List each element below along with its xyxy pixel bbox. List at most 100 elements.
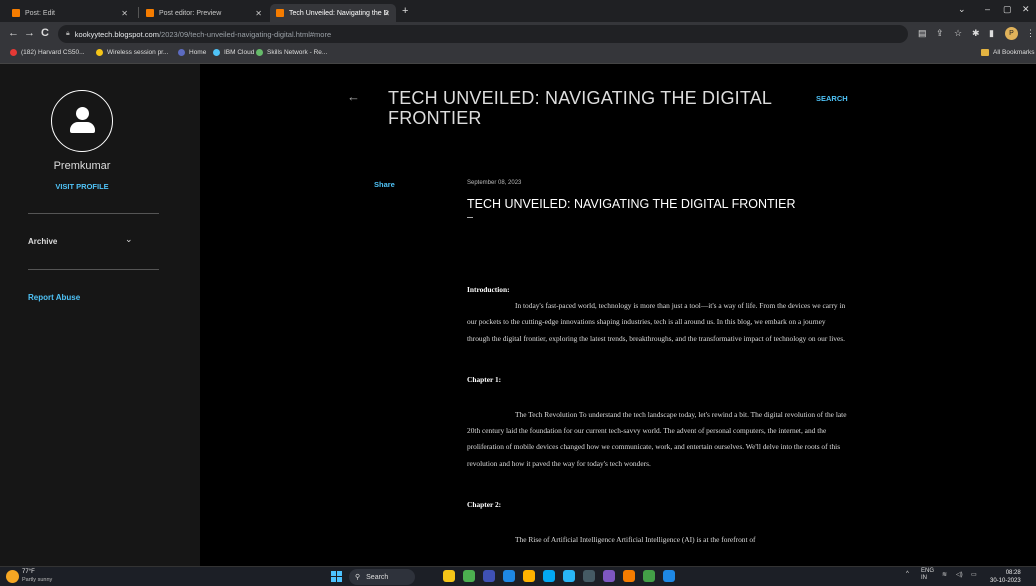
- url-path: /2023/09/tech-unveiled-navigating-digita…: [158, 29, 332, 39]
- section-heading: Chapter 1:: [467, 374, 502, 384]
- side-panel-icon[interactable]: ▮: [989, 28, 994, 39]
- bookmark-label: Wireless session pr...: [107, 49, 169, 56]
- bookmark-item[interactable]: Skills Network - Re...: [256, 49, 327, 56]
- taskbar-app-icon[interactable]: [503, 570, 515, 582]
- back-arrow-icon[interactable]: ←: [347, 89, 360, 104]
- divider: [28, 213, 159, 214]
- section-heading: Introduction:: [467, 285, 510, 294]
- taskbar-app-icon[interactable]: [543, 570, 555, 582]
- tab-post-preview[interactable]: Post editor: Preview ✕: [140, 4, 268, 22]
- lock-icon: 🔒︎: [66, 30, 70, 37]
- blogger-icon: [276, 9, 284, 17]
- all-bookmarks-label: All Bookmarks: [993, 49, 1035, 56]
- taskbar-app-icon[interactable]: [603, 570, 615, 582]
- language-indicator[interactable]: ENG IN: [921, 568, 934, 582]
- taskbar-search[interactable]: ⚲ Search: [349, 569, 415, 585]
- taskbar-app-icon[interactable]: [463, 570, 475, 582]
- tab-search-dropdown-icon[interactable]: ⌄: [958, 4, 966, 15]
- maximize-button[interactable]: ▢: [1003, 4, 1012, 15]
- chevron-up-icon[interactable]: ^: [906, 571, 909, 577]
- wifi-icon[interactable]: ≋: [942, 571, 947, 578]
- bookmark-label: Skills Network - Re...: [267, 49, 328, 56]
- forward-button[interactable]: →: [24, 27, 35, 39]
- paragraph: The Tech Revolution To understand the te…: [467, 410, 847, 468]
- avatar-head: [76, 107, 89, 120]
- search-button[interactable]: SEARCH: [816, 94, 848, 103]
- taskbar: 77°F Partly sunny ⚲ Search ^ ENG IN ≋ ◁)…: [0, 566, 1036, 586]
- weather-description[interactable]: Partly sunny: [22, 577, 52, 583]
- bookmark-item[interactable]: Home: [178, 49, 206, 56]
- taskbar-app-icon[interactable]: [483, 570, 495, 582]
- close-icon[interactable]: ✕: [255, 9, 262, 18]
- bookmark-item[interactable]: Wireless session pr...: [96, 49, 168, 56]
- share-button[interactable]: Share: [374, 180, 395, 189]
- weather-temperature[interactable]: 77°F: [22, 569, 35, 575]
- bookmark-item[interactable]: IBM Cloud: [213, 49, 254, 56]
- close-icon[interactable]: ✕: [383, 9, 390, 18]
- date: 30-10-2023: [990, 578, 1021, 584]
- minimize-button[interactable]: –: [985, 4, 990, 14]
- folder-icon: [981, 49, 989, 56]
- divider: [28, 269, 159, 270]
- youtube-icon: [10, 49, 17, 56]
- sidebar: Premkumar VISIT PROFILE Archive ⌄ Report…: [0, 64, 200, 566]
- region-label: IN: [921, 575, 927, 581]
- new-tab-button[interactable]: +: [402, 5, 408, 17]
- back-button[interactable]: ←: [8, 27, 19, 39]
- profile-name: Premkumar: [53, 160, 111, 172]
- volume-icon[interactable]: ◁): [956, 571, 963, 578]
- windows-start-icon[interactable]: [331, 571, 342, 582]
- blog-page: Premkumar VISIT PROFILE Archive ⌄ Report…: [0, 64, 1036, 566]
- report-abuse-link[interactable]: Report Abuse: [28, 293, 80, 302]
- visit-profile-link[interactable]: VISIT PROFILE: [0, 182, 164, 191]
- menu-icon[interactable]: ⋮: [1026, 28, 1035, 39]
- taskbar-app-icon[interactable]: [583, 570, 595, 582]
- home-icon: [178, 49, 185, 56]
- all-bookmarks-button[interactable]: All Bookmarks: [981, 49, 1035, 56]
- chevron-down-icon[interactable]: ⌄: [125, 234, 133, 245]
- battery-icon[interactable]: ▭: [971, 571, 977, 578]
- bookmark-label: (182) Harvard CS50...: [21, 49, 85, 56]
- extensions-icon[interactable]: ✱: [972, 28, 980, 39]
- browser-toolbar: ← → C 🔒︎ kookyytech.blogspot.com /2023/0…: [0, 22, 1036, 46]
- post-title: TECH UNVEILED: NAVIGATING THE DIGITAL FR…: [467, 197, 796, 211]
- taskbar-app-icon[interactable]: [643, 570, 655, 582]
- bookmarks-bar: (182) Harvard CS50... Wireless session p…: [0, 46, 1036, 64]
- tab-tech-unveiled[interactable]: Tech Unveiled: Navigating the D ✕: [270, 4, 396, 22]
- paragraph: The Rise of Artificial Intelligence Arti…: [515, 535, 756, 545]
- weather-icon[interactable]: [6, 570, 19, 583]
- taskbar-search-label: Search: [366, 573, 389, 581]
- clock[interactable]: 08:28 30-10-2023: [990, 569, 1021, 585]
- bookmark-label: IBM Cloud: [224, 49, 255, 56]
- site-icon: [256, 49, 263, 56]
- taskbar-app-icon[interactable]: [443, 570, 455, 582]
- taskbar-app-icon[interactable]: [563, 570, 575, 582]
- taskbar-app-icon[interactable]: [523, 570, 535, 582]
- profile-avatar[interactable]: P: [1005, 27, 1018, 40]
- tab-post-edit[interactable]: Post: Edit ✕: [6, 4, 134, 22]
- translate-icon[interactable]: ▤: [918, 28, 927, 39]
- bookmark-star-icon[interactable]: ☆: [954, 28, 962, 39]
- bookmark-item[interactable]: (182) Harvard CS50...: [10, 49, 85, 56]
- tab-title: Tech Unveiled: Navigating the D: [289, 9, 389, 17]
- archive-toggle[interactable]: Archive: [28, 237, 57, 246]
- blogger-icon: [12, 9, 20, 17]
- reload-button[interactable]: C: [41, 27, 49, 39]
- url-host: kookyytech.blogspot.com: [74, 29, 159, 39]
- paragraph: In today's fast-paced world, technology …: [467, 301, 846, 343]
- post-date[interactable]: September 08, 2023: [467, 180, 521, 186]
- share-icon[interactable]: ⇪: [936, 28, 944, 39]
- close-window-button[interactable]: ✕: [1022, 4, 1030, 15]
- close-icon[interactable]: ✕: [121, 9, 128, 18]
- blog-title[interactable]: TECH UNVEILED: NAVIGATING THE DIGITAL FR…: [388, 88, 798, 128]
- tab-divider: [138, 7, 139, 18]
- search-icon: ⚲: [355, 574, 361, 581]
- taskbar-app-icon[interactable]: [623, 570, 635, 582]
- profile-avatar-icon[interactable]: [51, 90, 113, 152]
- taskbar-app-icon[interactable]: [663, 570, 675, 582]
- address-bar[interactable]: 🔒︎ kookyytech.blogspot.com /2023/09/tech…: [58, 25, 908, 43]
